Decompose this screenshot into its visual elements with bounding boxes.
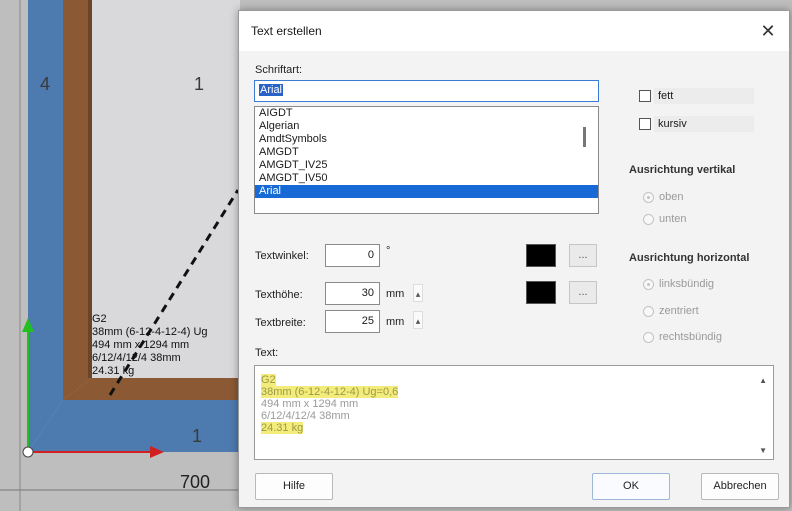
frame-color-button[interactable]: ...: [569, 281, 597, 304]
text-line: 6/12/4/12/4 38mm: [261, 410, 350, 422]
cad-dimension: 700: [180, 472, 211, 492]
font-input-value: Arial: [259, 84, 284, 96]
font-option[interactable]: AMGDT: [255, 146, 598, 159]
italic-checkbox[interactable]: [639, 118, 651, 130]
cad-text-note[interactable]: G2 38mm (6-12-4-12-4) Ug 494 mm x 1294 m…: [92, 313, 208, 378]
width-input[interactable]: 25: [325, 310, 380, 333]
angle-label: Textwinkel:: [255, 250, 309, 262]
close-icon[interactable]: ✕: [755, 19, 781, 43]
height-unit: mm: [386, 288, 405, 300]
italic-label: kursiv: [654, 116, 754, 132]
valign-option-label: unten: [659, 213, 687, 225]
font-input[interactable]: Arial: [254, 80, 599, 102]
font-option[interactable]: Algerian: [255, 120, 598, 133]
frame-brown: [63, 0, 92, 400]
angle-unit: °: [386, 245, 391, 257]
bold-checkbox[interactable]: [639, 90, 651, 102]
width-label: Textbreite:: [255, 317, 306, 329]
italic-checkbox-row[interactable]: kursiv: [639, 116, 754, 132]
valign-option-top[interactable]: oben: [643, 191, 683, 203]
text-line: 24.31 kg: [261, 422, 304, 434]
dialog-titlebar[interactable]: Text erstellen ✕: [239, 11, 789, 51]
bold-label: fett: [654, 88, 754, 104]
scroll-down-icon[interactable]: ▼: [759, 446, 767, 455]
angle-input[interactable]: 0: [325, 244, 380, 267]
height-input[interactable]: 30: [325, 282, 380, 305]
halign-option-center[interactable]: zentriert: [643, 305, 699, 317]
valign-option-bottom[interactable]: unten: [643, 213, 687, 225]
halign-option-label: rechtsbündig: [659, 331, 722, 343]
halign-option-label: linksbündig: [659, 278, 715, 290]
halign-option-left[interactable]: linksbündig: [643, 278, 714, 290]
cad-label-4: 4: [40, 74, 51, 94]
cad-note-line: G2: [92, 313, 107, 325]
height-spin-icon[interactable]: ▴: [413, 284, 423, 302]
scroll-up-icon[interactable]: ▲: [759, 376, 767, 385]
cad-note-line: 24.31 kg: [92, 365, 135, 377]
font-label: Schriftart:: [255, 64, 303, 76]
text-line: 494 mm x 1294 mm: [261, 398, 359, 410]
frame-color-swatch[interactable]: [526, 281, 556, 304]
font-option-selected[interactable]: Arial: [255, 185, 598, 198]
cad-note-line: 494 mm x 1294 mm: [92, 339, 190, 351]
font-option[interactable]: AMGDT_IV25: [255, 159, 598, 172]
radio-icon[interactable]: [643, 331, 654, 343]
radio-icon[interactable]: [643, 191, 654, 203]
valign-title: Ausrichtung vertikal: [629, 164, 736, 176]
text-line: G2: [261, 374, 276, 386]
frame-left-blue: [28, 0, 63, 452]
text-color-swatch[interactable]: [526, 244, 556, 267]
text-line: 38mm (6-12-4-12-4) Ug=0,6: [261, 386, 399, 398]
height-label: Texthöhe:: [255, 289, 303, 301]
cad-note-line: 38mm (6-12-4-12-4) Ug: [92, 326, 208, 338]
ok-button[interactable]: OK: [592, 473, 670, 500]
font-option[interactable]: AMGDT_IV50: [255, 172, 598, 185]
cad-label-1-top: 1: [194, 74, 205, 94]
width-spin-icon[interactable]: ▴: [413, 311, 423, 329]
halign-option-label: zentriert: [659, 305, 699, 317]
text-content-area[interactable]: G2 38mm (6-12-4-12-4) Ug=0,6 494 mm x 12…: [254, 365, 774, 460]
valign-option-label: oben: [659, 191, 684, 203]
text-label: Text:: [255, 347, 279, 359]
font-list[interactable]: AIGDT Algerian AmdtSymbols AMGDT AMGDT_I…: [254, 106, 599, 214]
font-list-scrollbar[interactable]: [583, 127, 586, 147]
bold-checkbox-row[interactable]: fett: [639, 88, 754, 104]
halign-title: Ausrichtung horizontal: [629, 252, 750, 264]
radio-icon[interactable]: [643, 305, 654, 317]
dialog-title: Text erstellen: [251, 24, 322, 38]
radio-icon[interactable]: [643, 213, 654, 225]
text-create-dialog: Text erstellen ✕ Schriftart: Arial AIGDT…: [238, 10, 790, 508]
font-option[interactable]: AmdtSymbols: [255, 133, 598, 146]
halign-option-right[interactable]: rechtsbündig: [643, 331, 722, 343]
radio-icon[interactable]: [643, 278, 654, 290]
width-unit: mm: [386, 316, 405, 328]
cad-note-line: 6/12/4/12/4 38mm: [92, 352, 181, 364]
font-option[interactable]: AIGDT: [255, 107, 598, 120]
help-button[interactable]: Hilfe: [255, 473, 333, 500]
cad-label-1-bottom: 1: [192, 426, 203, 446]
text-color-button[interactable]: ...: [569, 244, 597, 267]
cancel-button[interactable]: Abbrechen: [701, 473, 779, 500]
